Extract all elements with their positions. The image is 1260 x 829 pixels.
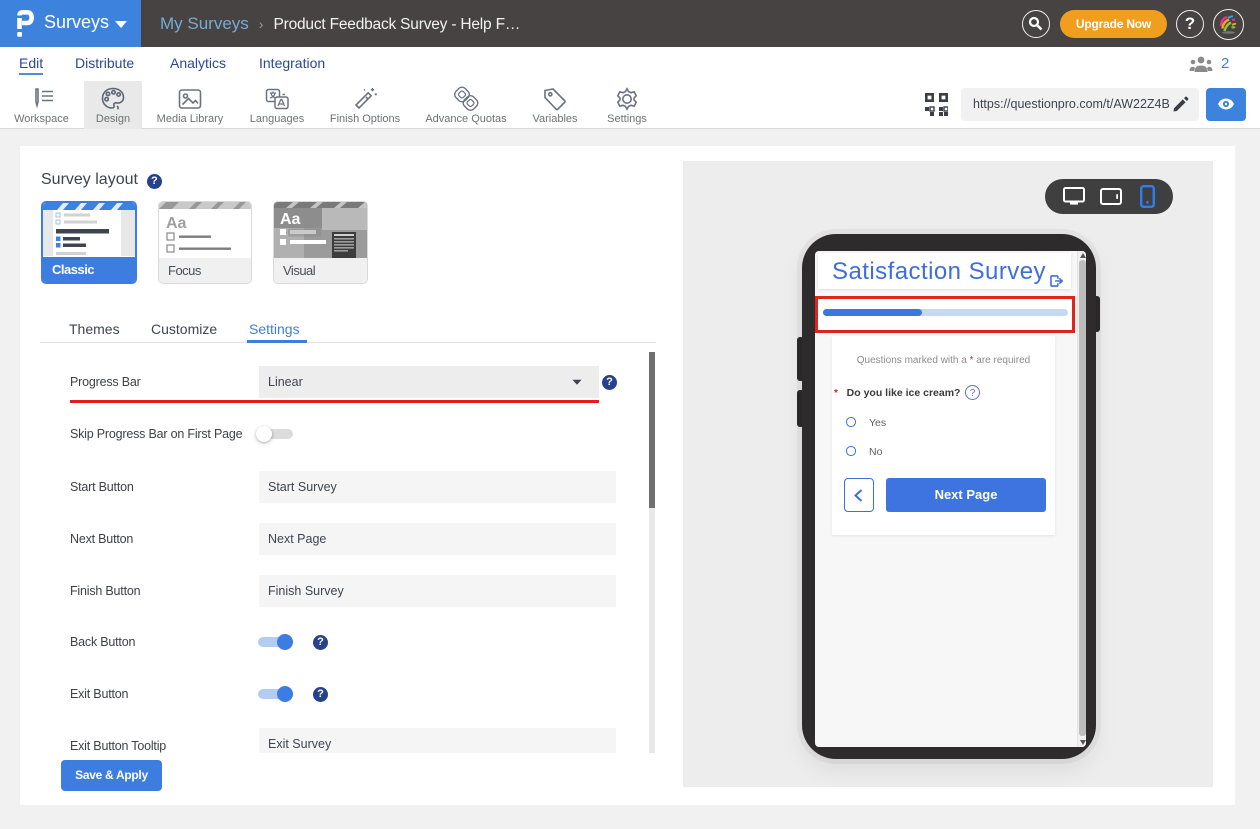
svg-text:Aa: Aa [166,215,187,232]
svg-text:Aa: Aa [280,211,301,228]
